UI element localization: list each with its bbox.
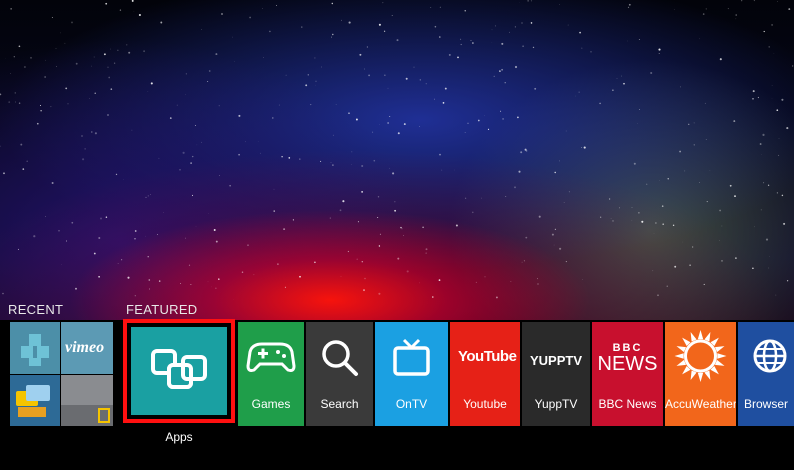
- tile-label: OnTV: [395, 397, 428, 411]
- tile-yupptv[interactable]: YUPPTV YuppTV: [522, 322, 590, 426]
- tile-label: YuppTV: [534, 397, 578, 411]
- landscape-thumbnail-icon: [61, 375, 113, 426]
- recent-app-messenger[interactable]: [10, 375, 60, 426]
- plus-logo-icon: [21, 334, 49, 366]
- recent-app-tunein[interactable]: [10, 322, 60, 374]
- recent-section-label: RECENT: [8, 302, 64, 317]
- yupptv-icon: YUPPTV: [526, 352, 586, 370]
- youtube-logo-text: YouTube: [458, 348, 517, 365]
- tile-search[interactable]: Search: [306, 322, 373, 426]
- selection-highlight: [123, 319, 235, 423]
- gamepad-icon: [246, 342, 296, 372]
- starfield: [0, 0, 794, 300]
- yupptv-logo-text: YUPPTV: [529, 353, 582, 368]
- featured-section-label: FEATURED: [126, 302, 198, 317]
- globe-icon: [753, 339, 787, 373]
- search-icon: [322, 340, 358, 376]
- apps-label: Apps: [165, 430, 193, 444]
- youtube-icon: YouTube: [458, 348, 517, 366]
- tile-label: AccuWeather: [665, 397, 736, 411]
- tile-label: Browser: [743, 397, 788, 411]
- tile-label: Games: [251, 397, 291, 411]
- chat-bubbles-icon: [16, 385, 50, 417]
- tile-games[interactable]: Games: [238, 322, 304, 426]
- tile-label: Youtube: [463, 397, 507, 411]
- tile-youtube[interactable]: YouTube Youtube: [450, 322, 520, 426]
- vimeo-logo: vimeo: [65, 339, 105, 356]
- bottom-strip: [0, 446, 794, 470]
- news-logo-text: NEWS: [597, 353, 658, 375]
- bbc-news-icon: BBC NEWS: [596, 342, 659, 374]
- recent-app-nat-geo[interactable]: [61, 375, 113, 426]
- tile-bbc-news[interactable]: BBC NEWS BBC News: [592, 322, 663, 426]
- tile-label: BBC News: [598, 397, 657, 411]
- tile-accuweather[interactable]: AccuWeather: [665, 322, 736, 426]
- tile-browser[interactable]: Browser: [738, 322, 794, 426]
- tile-label: Search: [320, 397, 359, 411]
- tile-ontv[interactable]: OnTV: [375, 322, 448, 426]
- tv-icon: [393, 338, 430, 376]
- recent-app-vimeo[interactable]: vimeo: [61, 322, 113, 374]
- sun-icon: [674, 330, 727, 382]
